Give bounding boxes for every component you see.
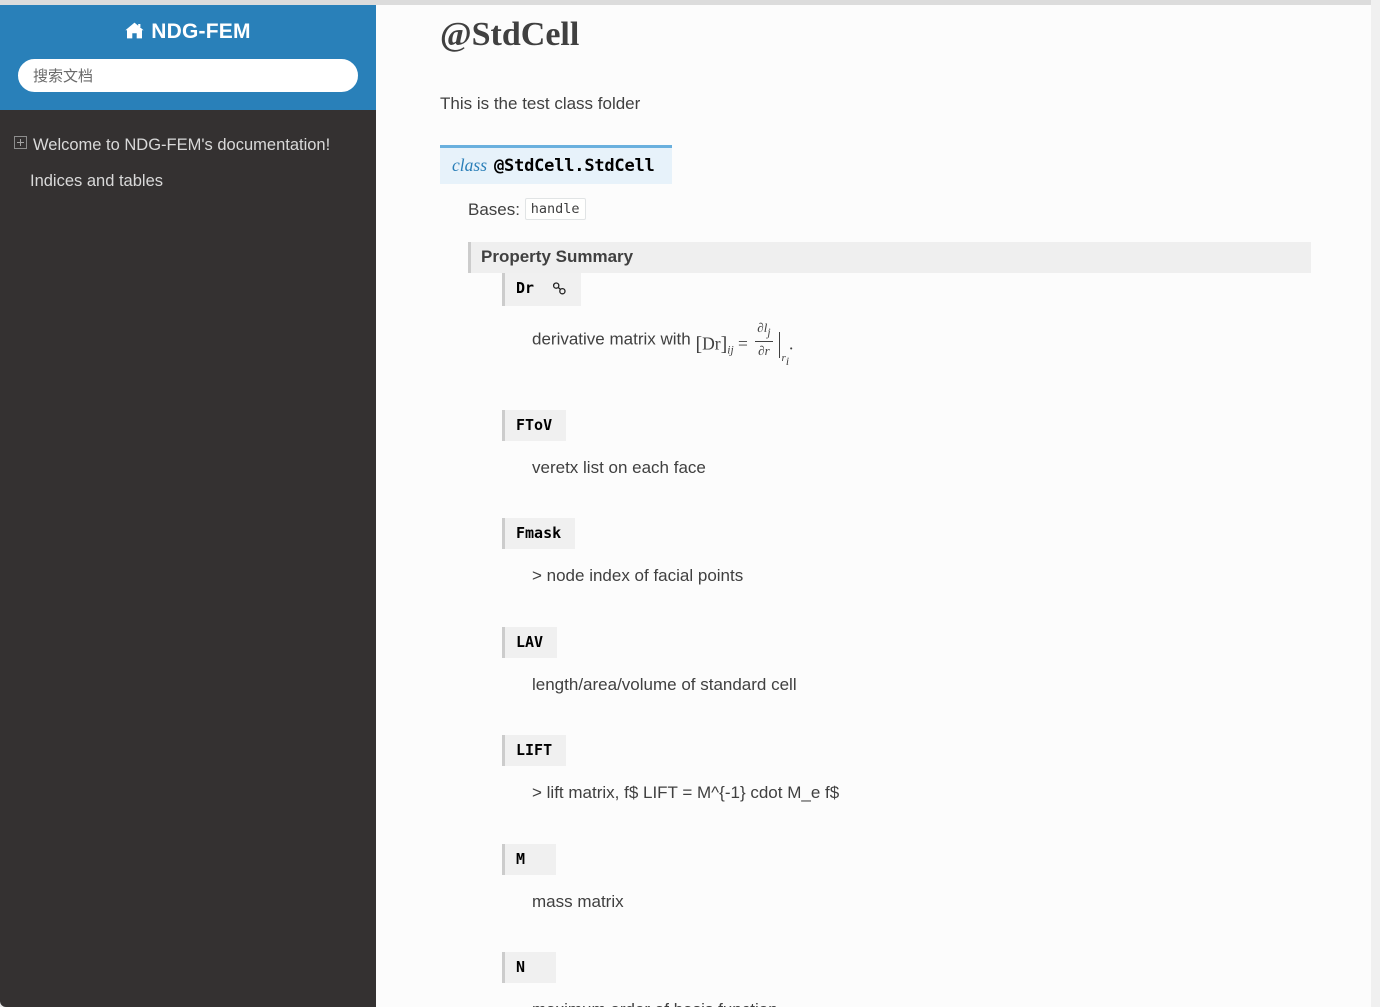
property-entry: Dr derivative matrix with [Dr]ij = ∂lj ∂…	[502, 272, 1341, 372]
property-name-lav: LAV	[502, 626, 558, 658]
property-description: maximum order of basis function	[532, 997, 1341, 1007]
property-entry: N maximum order of basis function	[502, 952, 1341, 1007]
math-numerator-subscript: j	[767, 326, 771, 339]
bases-value[interactable]: handle	[524, 197, 586, 220]
math-fraction: ∂lj ∂r	[755, 319, 773, 359]
sidebar-item-label: Indices and tables	[30, 171, 164, 190]
property-name-lift: LIFT	[502, 735, 567, 766]
brand-home-link[interactable]: NDG-FEM	[125, 19, 250, 45]
property-summary-heading: Property Summary	[468, 241, 1311, 273]
property-entry: LAV length/area/volume of standard cell	[502, 626, 1341, 698]
page-title: @StdCell	[440, 16, 580, 53]
property-entry: M mass matrix	[502, 843, 1341, 915]
property-entry: LIFT > lift matrix, f$ LIFT = M^{-1} cdo…	[502, 735, 1341, 806]
math-lhs-subscript: ij	[727, 344, 734, 357]
property-entry: Fmask > node index of facial points	[502, 518, 1341, 589]
sidebar-item-label: Welcome to NDG-FEM's documentation!	[33, 136, 331, 155]
math-lhs-name: Dr	[702, 333, 721, 354]
math-formula-dr: [Dr]ij = ∂lj ∂r ri.	[695, 320, 793, 372]
property-name-label: Fmask	[516, 524, 562, 542]
brand-label: NDG-FEM	[151, 20, 251, 43]
sidebar-nav: Welcome to NDG-FEM's documentation! Indi…	[0, 110, 376, 199]
sidebar-item-indices-and-tables[interactable]: Indices and tables	[0, 164, 376, 199]
class-signature: class @StdCell.StdCell	[440, 144, 672, 184]
property-name-label: Dr	[516, 278, 535, 297]
math-equals: =	[738, 333, 748, 354]
signature-keyword: class	[452, 154, 487, 175]
math-numerator: ∂lj	[755, 319, 773, 343]
sidebar: NDG-FEM Welcome to NDG-FEM's documentati…	[0, 5, 376, 1007]
math-evaluation-bar	[778, 332, 780, 359]
search-form	[16, 59, 360, 93]
bases-label: Bases:	[468, 199, 520, 219]
property-description: veretx list on each face	[532, 457, 706, 477]
chain-link-icon[interactable]	[552, 281, 567, 299]
math-numerator-text: ∂l	[757, 319, 768, 335]
property-name-label: N	[516, 958, 526, 976]
property-description: > node index of facial points	[532, 566, 744, 585]
sidebar-item-welcome[interactable]: Welcome to NDG-FEM's documentation!	[0, 128, 376, 163]
intro-paragraph: This is the test class folder	[440, 94, 641, 114]
search-input[interactable]	[18, 59, 358, 93]
documentation-page: NDG-FEM Welcome to NDG-FEM's documentati…	[0, 0, 1380, 1007]
property-description: mass matrix	[532, 891, 624, 911]
property-name-label: M	[516, 849, 526, 868]
property-description: length/area/volume of standard cell	[532, 674, 797, 694]
math-trailing-period: .	[789, 333, 794, 354]
property-name-n: N	[502, 952, 556, 983]
property-name-label: LAV	[516, 632, 544, 651]
math-evaluation-subscript: ri	[782, 352, 789, 368]
property-name-label: LIFT	[516, 741, 553, 759]
right-gutter	[1371, 0, 1380, 1007]
property-name-dr: Dr	[502, 272, 582, 306]
property-name-m: M	[502, 843, 556, 875]
property-description-text: derivative matrix with	[532, 329, 691, 349]
property-name-fmask: Fmask	[502, 518, 576, 549]
math-denominator: ∂r	[758, 343, 770, 359]
property-name-label: FToV	[516, 415, 553, 434]
main-content: @StdCell This is the test class folder c…	[376, 5, 1371, 1007]
property-description: derivative matrix with [Dr]ij = ∂lj ∂r r…	[532, 320, 1341, 372]
signature-name: @StdCell.StdCell	[494, 155, 655, 176]
property-entry: FToV veretx list on each face	[502, 409, 1341, 481]
bases-line: Bases: handle	[468, 197, 1341, 220]
home-icon	[125, 20, 144, 45]
math-eval-sub: i	[785, 356, 790, 369]
sidebar-header: NDG-FEM	[0, 5, 376, 111]
expand-plus-icon[interactable]	[14, 136, 27, 150]
property-name-ftov: FToV	[502, 409, 567, 441]
property-description: > lift matrix, f$ LIFT = M^{-1} cdot M_e…	[532, 783, 840, 802]
